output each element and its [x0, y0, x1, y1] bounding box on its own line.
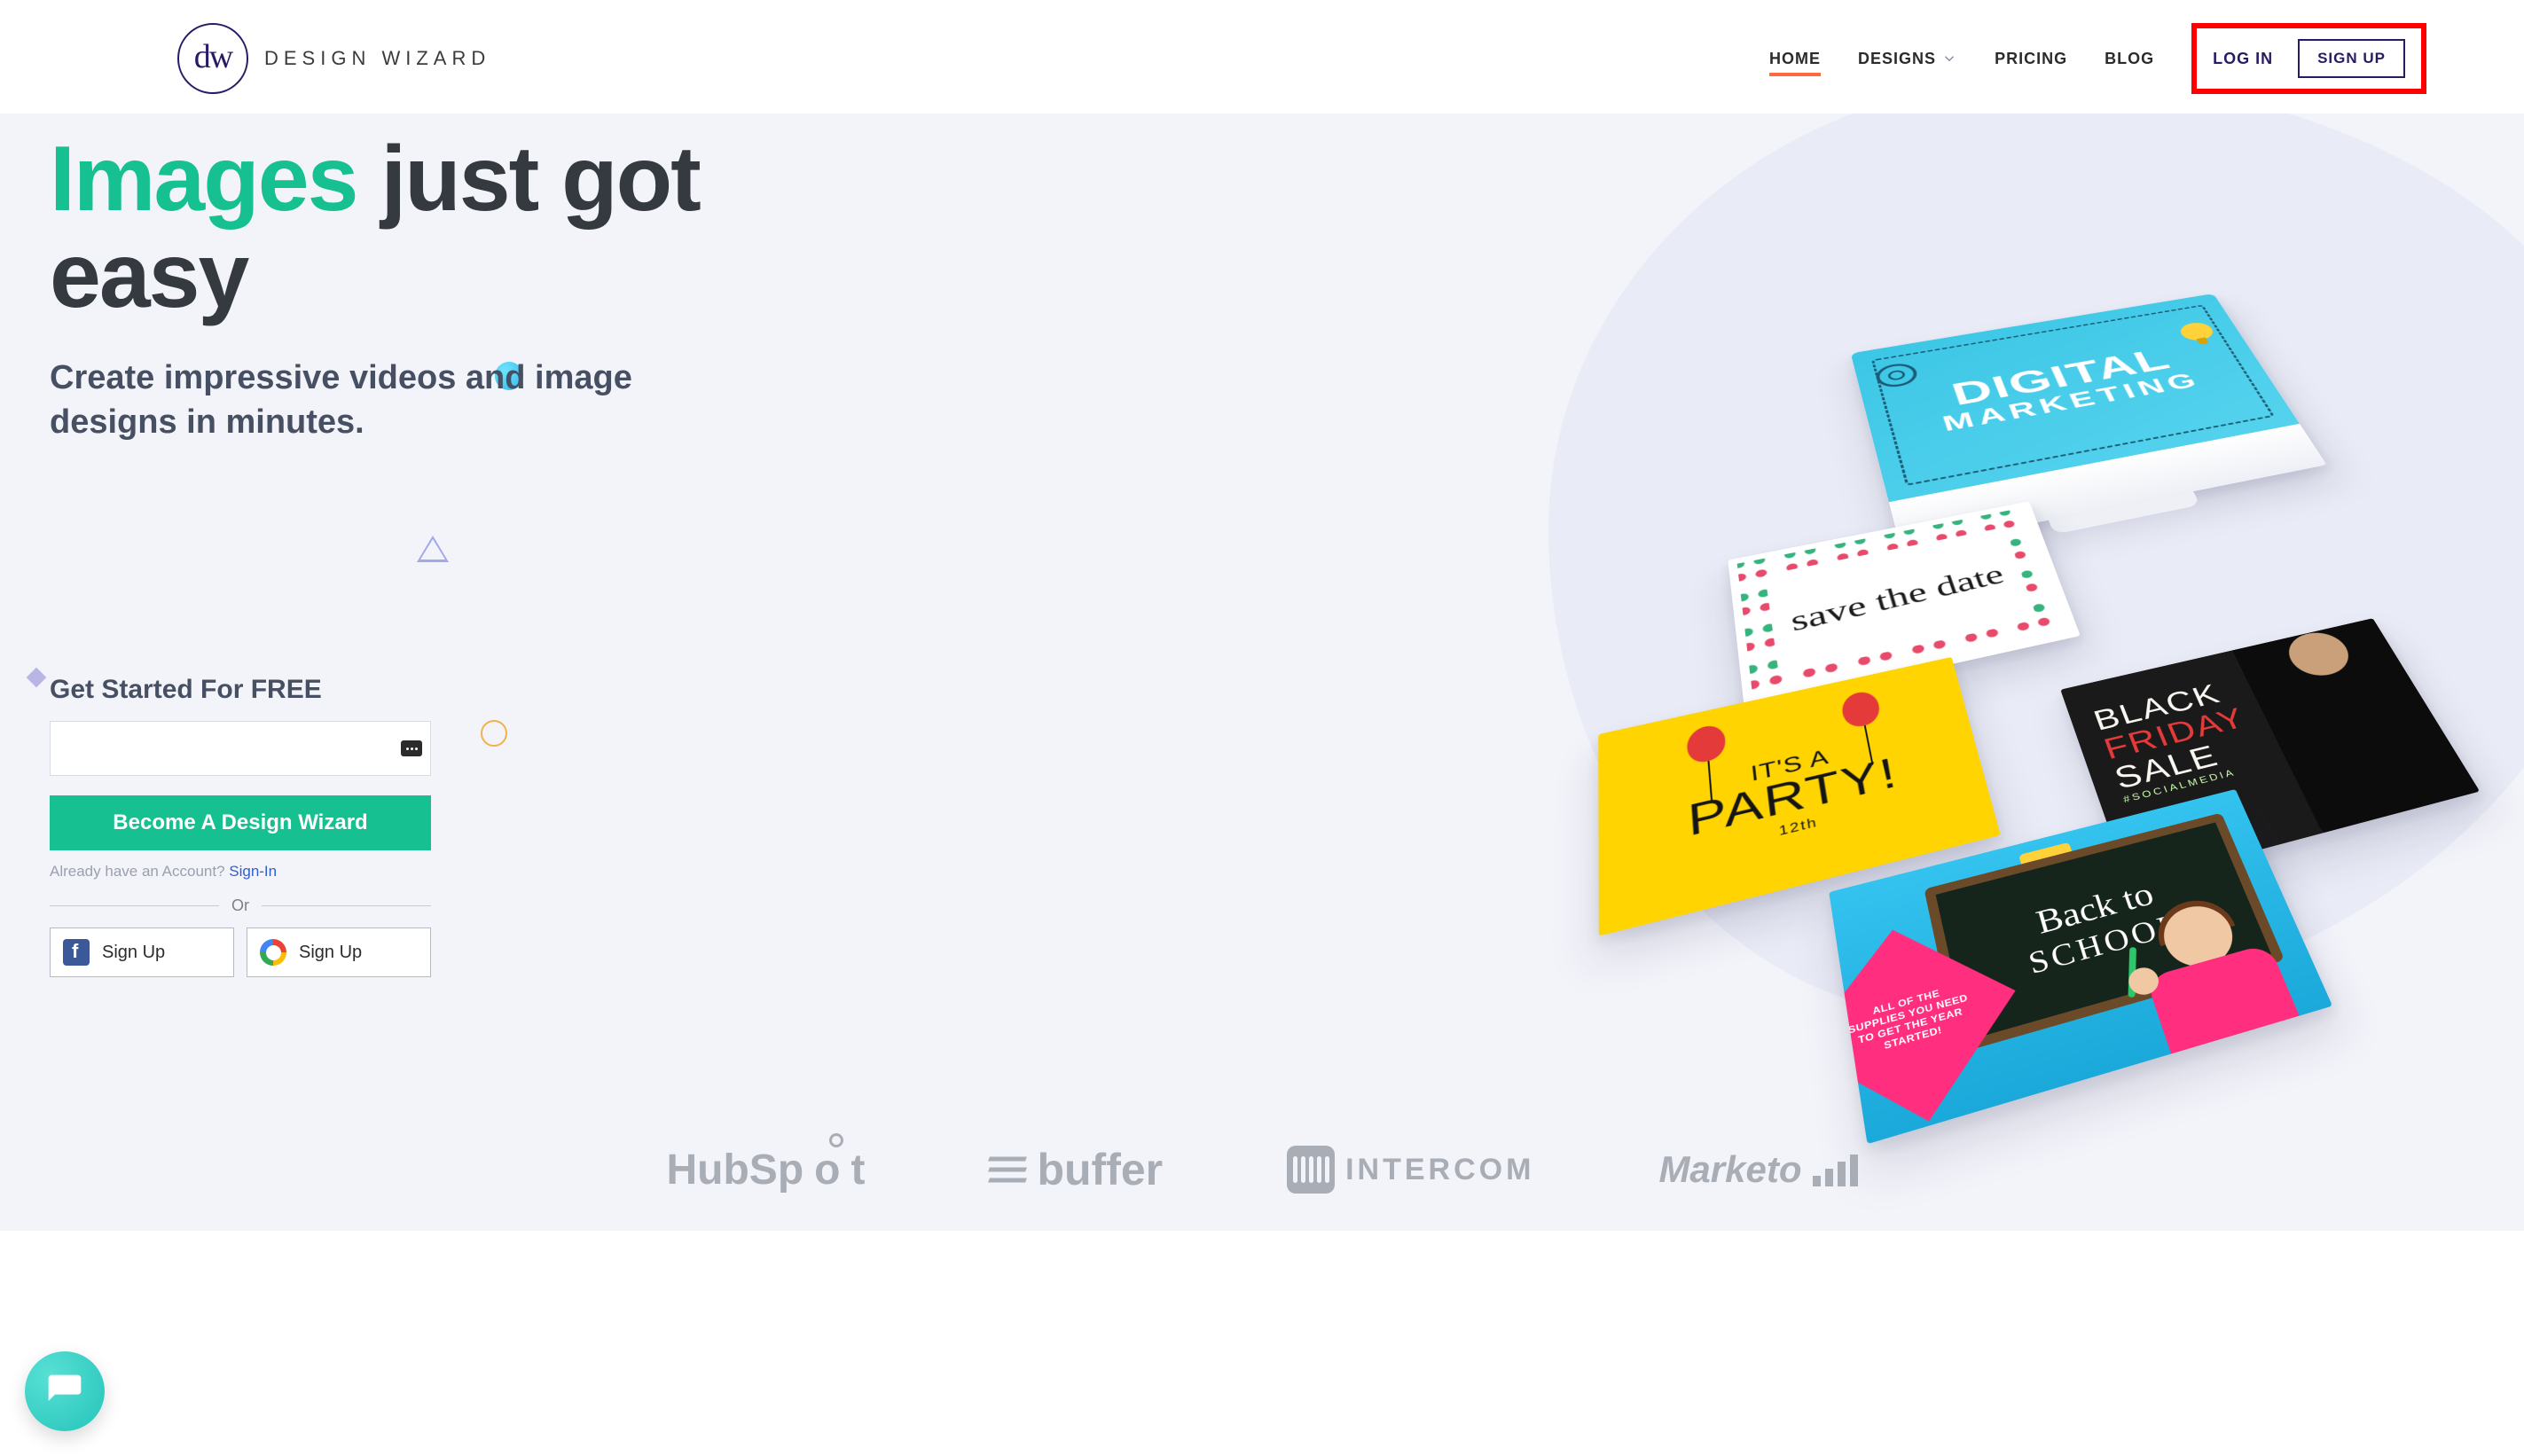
or-divider: Or	[50, 896, 431, 915]
nav-designs-label: DESIGNS	[1858, 50, 1936, 68]
already-account-text: Already have an Account?	[50, 863, 229, 880]
social-signup-row: Sign Up Sign Up	[50, 928, 431, 977]
chevron-down-icon	[1941, 51, 1957, 67]
hero-subtitle: Create impressive videos and image desig…	[50, 356, 670, 444]
email-input-wrap	[50, 721, 431, 776]
chat-widget-button[interactable]	[25, 1351, 105, 1431]
hero-title-accent: Images	[50, 128, 357, 231]
divider-line-left	[50, 905, 219, 906]
or-text: Or	[231, 896, 249, 915]
brand-hubspot: HubSpot	[667, 1146, 866, 1194]
divider-line-right	[262, 905, 431, 906]
logo-mark: dw	[194, 37, 231, 76]
card-digital-marketing: DIGITAL MARKETING	[1851, 294, 2327, 550]
brand-marketo: Marketo	[1658, 1148, 1857, 1191]
buffer-stack-icon	[989, 1151, 1026, 1188]
password-manager-icon[interactable]	[401, 740, 422, 756]
brand-buffer-text: buffer	[1037, 1144, 1163, 1195]
logo-badge-icon: dw	[177, 23, 248, 94]
nav-home[interactable]: HOME	[1769, 50, 1821, 68]
chat-bubble-icon	[45, 1372, 84, 1411]
facebook-signup-button[interactable]: Sign Up	[50, 928, 234, 977]
brand-intercom-text: INTERCOM	[1345, 1153, 1534, 1187]
nav-pricing[interactable]: PRICING	[1995, 50, 2067, 68]
brand-marketo-text: Marketo	[1658, 1148, 1801, 1191]
auth-box-highlight: LOG IN SIGN UP	[2191, 23, 2426, 94]
template-collage: DIGITAL MARKETING save the date IT'S A P…	[1513, 238, 2489, 1036]
marketo-bars-icon	[1813, 1153, 1858, 1186]
login-link[interactable]: LOG IN	[2213, 50, 2273, 68]
google-signup-label: Sign Up	[299, 943, 362, 963]
logo-text: DESIGN WIZARD	[264, 47, 490, 70]
google-icon	[260, 939, 286, 966]
promo-badge-text: ALL OF THE SUPPLIES YOU NEED TO GET THE …	[1829, 935, 2001, 1114]
nav-blog[interactable]: BLOG	[2105, 50, 2154, 68]
hero-title: Images just got easy	[50, 131, 803, 325]
model-photo-icon	[2227, 618, 2480, 840]
get-started-panel: Get Started For FREE Become A Design Wiz…	[50, 675, 431, 977]
nav-designs[interactable]: DESIGNS	[1858, 50, 1957, 68]
hero-copy: Images just got easy Create impressive v…	[50, 131, 803, 977]
nav-links: HOME DESIGNS PRICING BLOG LOG IN SIGN UP	[1769, 23, 2426, 94]
already-account-line: Already have an Account? Sign-In	[50, 863, 431, 881]
top-nav: dw DESIGN WIZARD HOME DESIGNS PRICING BL…	[0, 0, 2524, 114]
hero-section: Images just got easy Create impressive v…	[0, 114, 2524, 1231]
brand-logo-row: HubSpot buffer INTERCOM Marketo	[0, 1144, 2524, 1195]
email-input[interactable]	[50, 721, 431, 776]
facebook-icon	[63, 939, 90, 966]
intercom-icon	[1287, 1146, 1335, 1194]
signup-button[interactable]: SIGN UP	[2298, 39, 2405, 78]
brand-intercom: INTERCOM	[1287, 1146, 1534, 1194]
signin-link[interactable]: Sign-In	[229, 863, 277, 880]
brand-buffer: buffer	[989, 1144, 1163, 1195]
facebook-signup-label: Sign Up	[102, 943, 165, 963]
google-signup-button[interactable]: Sign Up	[247, 928, 431, 977]
logo[interactable]: dw DESIGN WIZARD	[177, 23, 490, 94]
become-wizard-button[interactable]: Become A Design Wizard	[50, 795, 431, 850]
get-started-title: Get Started For FREE	[50, 675, 431, 705]
